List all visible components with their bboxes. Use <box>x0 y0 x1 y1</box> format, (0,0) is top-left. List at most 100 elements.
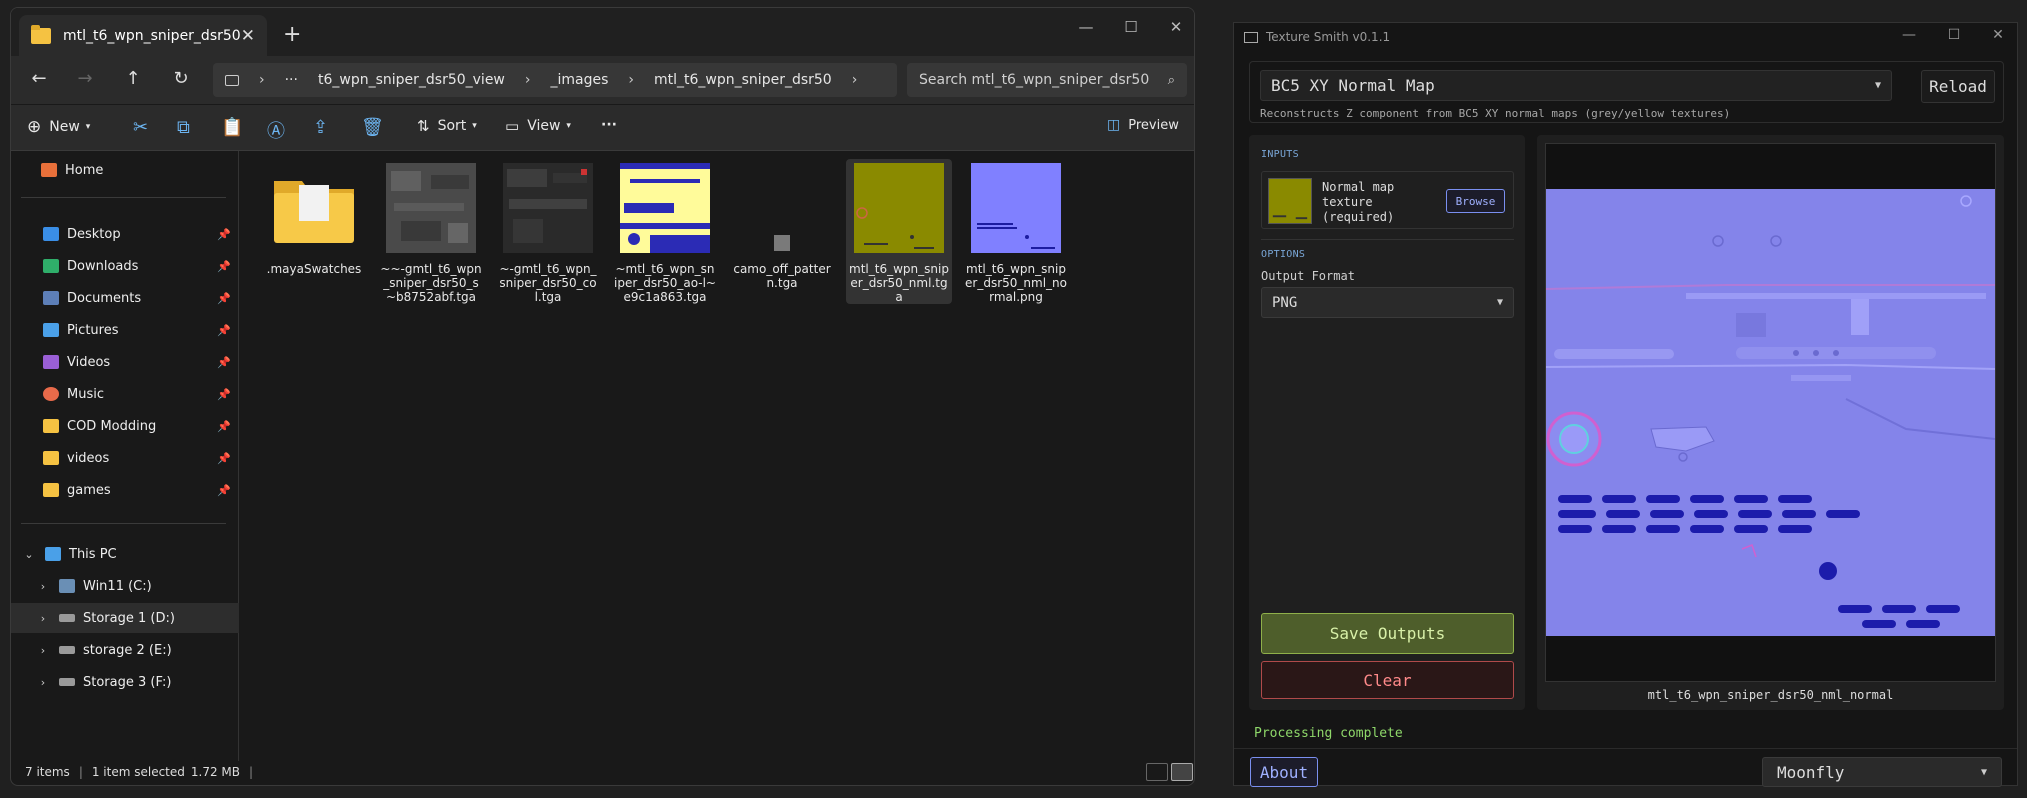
close-window-icon[interactable]: ✕ <box>1983 27 2013 43</box>
sidebar-item-cod-modding[interactable]: COD Modding 📌 <box>11 411 239 441</box>
breadcrumb-separator-icon: › <box>259 72 265 88</box>
breadcrumb-separator-icon: › <box>628 72 635 88</box>
folder-thumbnail <box>274 181 354 243</box>
output-format-select[interactable]: PNG ▼ <box>1261 287 1514 318</box>
file-item[interactable]: ~-gmtl_t6_wpn_sniper_dsr50_col.tga <box>495 159 601 304</box>
pin-icon[interactable]: 📌 <box>217 324 231 337</box>
save-outputs-button[interactable]: Save Outputs <box>1261 613 1514 654</box>
reload-button[interactable]: Reload <box>1921 70 1995 103</box>
search-input[interactable]: Search mtl_t6_wpn_sniper_dsr50 <box>919 72 1168 88</box>
about-button[interactable]: About <box>1250 757 1318 787</box>
sidebar-item-drive-e[interactable]: › storage 2 (E:) <box>11 635 239 665</box>
rename-icon[interactable]: Ⓐ <box>267 117 285 143</box>
file-item[interactable]: .mayaSwatches <box>261 159 367 276</box>
more-options-icon[interactable]: ··· <box>601 117 617 133</box>
close-window-icon[interactable]: ✕ <box>1161 18 1191 36</box>
file-item[interactable]: ~mtl_t6_wpn_sniper_dsr50_ao-l~e9c1a863.t… <box>612 159 718 304</box>
sidebar-item-this-pc[interactable]: ⌄ This PC <box>11 539 239 569</box>
up-icon[interactable]: ↑ <box>121 68 145 89</box>
clear-button[interactable]: Clear <box>1261 661 1514 699</box>
sidebar-item-label: Videos <box>67 354 111 370</box>
pin-icon[interactable]: 📌 <box>217 356 231 369</box>
theme-value: Moonfly <box>1777 762 1845 782</box>
close-tab-icon[interactable]: ✕ <box>241 26 255 46</box>
folder-icon <box>43 419 59 433</box>
file-name: ~-gmtl_t6_wpn_sniper_dsr50_col.tga <box>499 262 597 304</box>
chevron-right-icon[interactable]: › <box>33 644 53 657</box>
sidebar-item-videos[interactable]: Videos 📌 <box>11 347 239 377</box>
input-label-line: (required) <box>1322 210 1395 224</box>
browse-button[interactable]: Browse <box>1446 189 1505 213</box>
pin-icon[interactable]: 📌 <box>217 260 231 273</box>
breadcrumb-item[interactable]: _images <box>551 72 609 88</box>
delete-icon[interactable]: 🗑 <box>361 117 384 138</box>
sidebar-item-music[interactable]: Music 📌 <box>11 379 239 409</box>
input-slot: Normal map texture (required) Browse <box>1261 171 1514 229</box>
sidebar-item-drive-d[interactable]: › Storage 1 (D:) <box>11 603 239 633</box>
maximize-icon[interactable]: ☐ <box>1116 18 1146 36</box>
chevron-right-icon[interactable]: › <box>33 580 53 593</box>
maximize-icon[interactable]: ☐ <box>1939 27 1969 43</box>
view-icon: ▭ <box>505 117 520 135</box>
file-item[interactable]: mtl_t6_wpn_sniper_dsr50_nml_normal.png <box>963 159 1069 304</box>
details-view-icon[interactable] <box>1146 763 1168 781</box>
sidebar-item-home[interactable]: Home <box>11 155 239 185</box>
cut-icon[interactable]: ✂ <box>133 117 148 138</box>
breadcrumb-item[interactable]: t6_wpn_sniper_dsr50_view <box>318 72 505 88</box>
share-icon[interactable]: ⇪ <box>313 117 328 138</box>
sort-button[interactable]: ⇅ Sort ▾ <box>417 117 477 135</box>
new-label: New <box>49 119 80 135</box>
file-name: ~mtl_t6_wpn_sniper_dsr50_ao-l~e9c1a863.t… <box>614 262 716 304</box>
mode-value: BC5 XY Normal Map <box>1271 76 1435 95</box>
sidebar-item-desktop[interactable]: Desktop 📌 <box>11 219 239 249</box>
theme-select[interactable]: Moonfly ▼ <box>1762 757 2002 787</box>
pin-icon[interactable]: 📌 <box>217 388 231 401</box>
explorer-navbar: ← → ↑ ↻ › ··· t6_wpn_sniper_dsr50_view ›… <box>11 56 1194 104</box>
file-item[interactable]: ~~-gmtl_t6_wpn_sniper_dsr50_s~b8752abf.t… <box>378 159 484 304</box>
view-button[interactable]: ▭ View ▾ <box>505 117 571 135</box>
sidebar-item-drive-c[interactable]: › Win11 (C:) <box>11 571 239 601</box>
file-explorer-window: mtl_t6_wpn_sniper_dsr50 ✕ + — ☐ ✕ ← → ↑ … <box>10 7 1195 786</box>
copy-icon[interactable]: ⧉ <box>177 117 190 138</box>
large-icons-view-icon[interactable] <box>1171 763 1193 781</box>
refresh-icon[interactable]: ↻ <box>169 68 193 89</box>
preview-button[interactable]: ◫ Preview <box>1107 117 1179 133</box>
monitor-icon <box>225 74 239 86</box>
pin-icon[interactable]: 📌 <box>217 452 231 465</box>
file-item-selected[interactable]: mtl_t6_wpn_sniper_dsr50_nml.tga <box>846 159 952 304</box>
navigation-pane: Home Desktop 📌 Downloads 📌 Documents 📌 P… <box>11 151 239 761</box>
sidebar-item-videos-folder[interactable]: videos 📌 <box>11 443 239 473</box>
chevron-down-icon[interactable]: ⌄ <box>19 548 39 561</box>
address-bar[interactable]: › ··· t6_wpn_sniper_dsr50_view › _images… <box>213 63 897 97</box>
pin-icon[interactable]: 📌 <box>217 292 231 305</box>
folder-icon <box>43 451 59 465</box>
new-button[interactable]: ⊕ New ▾ <box>27 117 90 137</box>
paste-icon[interactable]: 📋 <box>221 117 243 138</box>
status-separator: | <box>78 765 83 779</box>
mode-select[interactable]: BC5 XY Normal Map ▼ <box>1260 70 1892 101</box>
pin-icon[interactable]: 📌 <box>217 420 231 433</box>
new-tab-icon[interactable]: + <box>283 22 301 47</box>
sidebar-item-downloads[interactable]: Downloads 📌 <box>11 251 239 281</box>
back-icon[interactable]: ← <box>27 68 51 89</box>
computer-icon <box>45 547 61 561</box>
pin-icon[interactable]: 📌 <box>217 228 231 241</box>
explorer-tab[interactable]: mtl_t6_wpn_sniper_dsr50 ✕ <box>19 15 267 56</box>
sidebar-item-drive-f[interactable]: › Storage 3 (F:) <box>11 667 239 697</box>
chevron-right-icon[interactable]: › <box>33 676 53 689</box>
videos-icon <box>43 355 59 369</box>
sidebar-item-games[interactable]: games 📌 <box>11 475 239 505</box>
file-item[interactable]: camo_off_pattern.tga <box>729 159 835 290</box>
plus-circle-icon: ⊕ <box>27 117 42 137</box>
minimize-icon[interactable]: — <box>1894 27 1924 43</box>
search-box[interactable]: Search mtl_t6_wpn_sniper_dsr50 ⌕ <box>907 63 1187 97</box>
minimize-icon[interactable]: — <box>1071 18 1101 36</box>
chevron-right-icon[interactable]: › <box>33 612 53 625</box>
breadcrumb-more[interactable]: ··· <box>285 72 298 88</box>
sidebar-item-label: Desktop <box>67 226 121 242</box>
forward-icon[interactable]: → <box>73 68 97 89</box>
sidebar-item-documents[interactable]: Documents 📌 <box>11 283 239 313</box>
sidebar-item-pictures[interactable]: Pictures 📌 <box>11 315 239 345</box>
pin-icon[interactable]: 📌 <box>217 484 231 497</box>
breadcrumb-item[interactable]: mtl_t6_wpn_sniper_dsr50 <box>654 72 832 88</box>
